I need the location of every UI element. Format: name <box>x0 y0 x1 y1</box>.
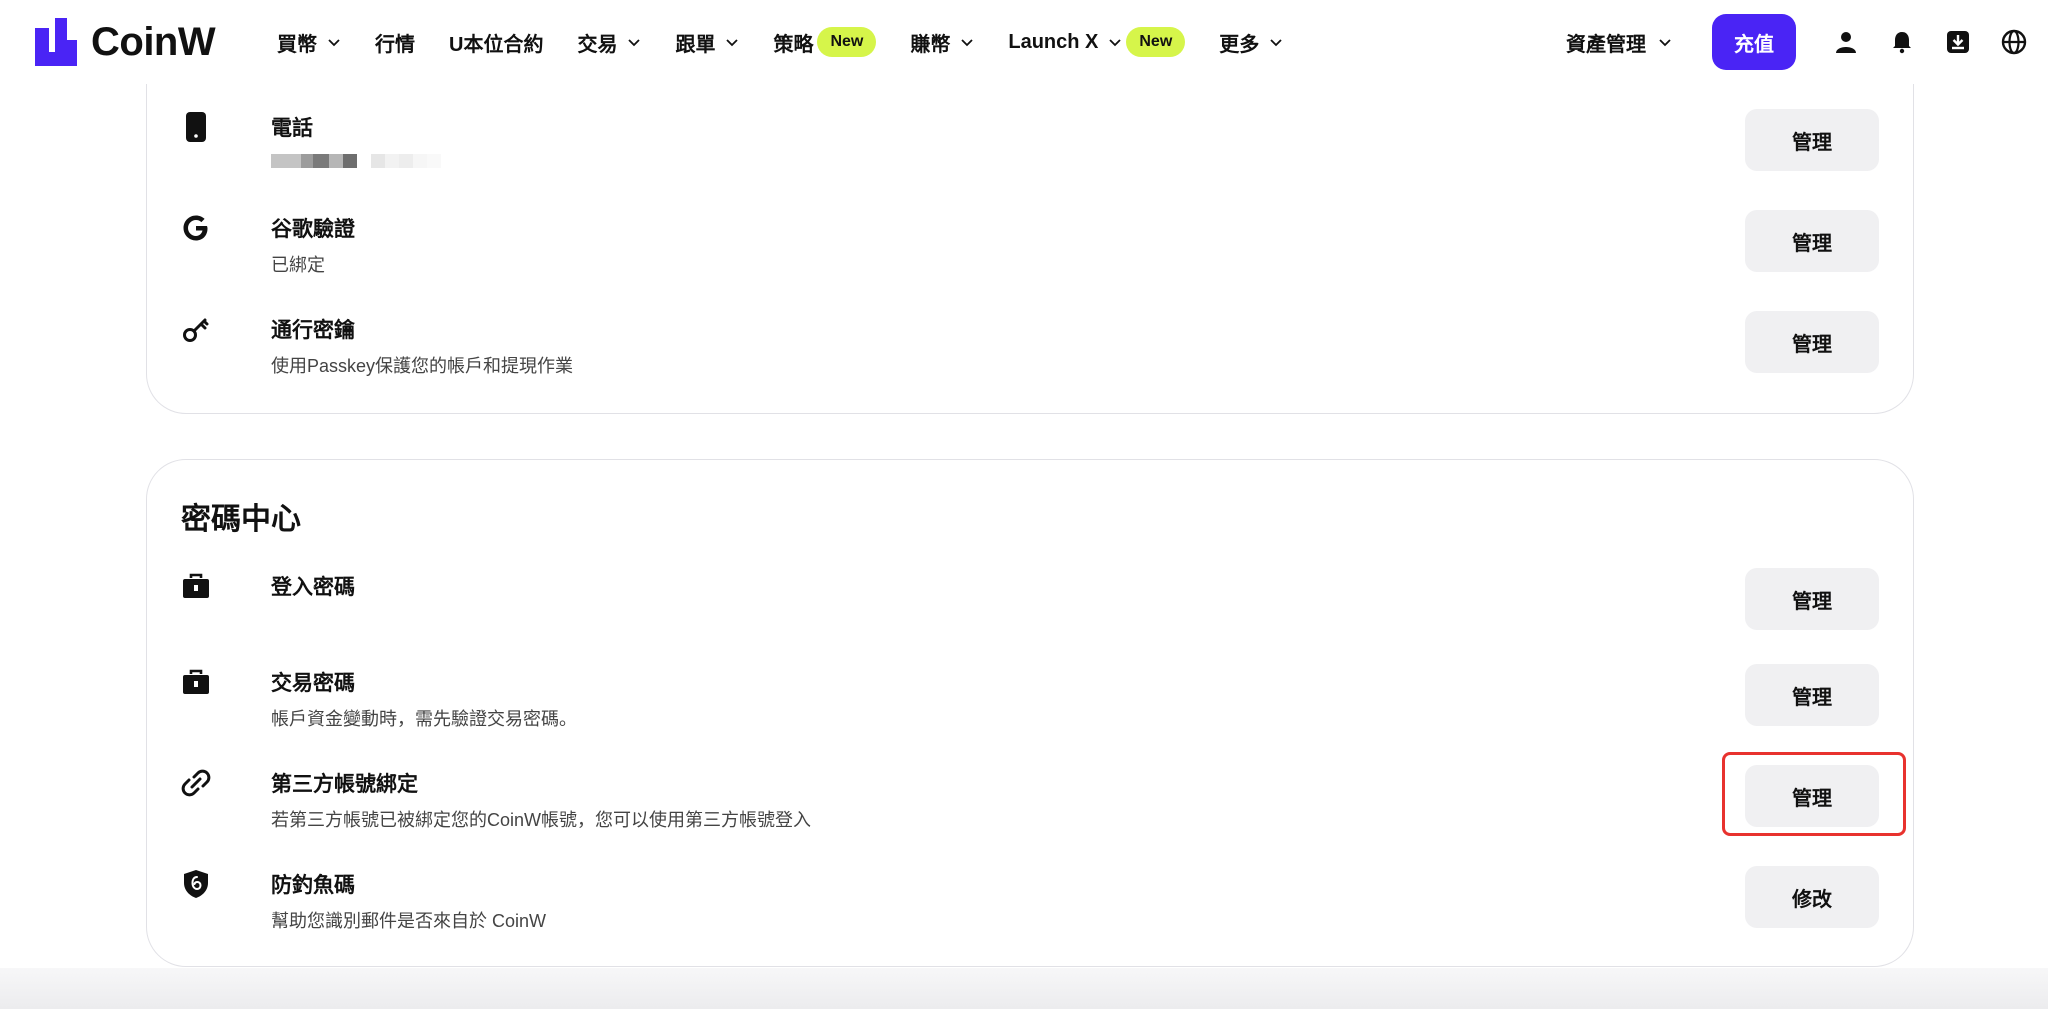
user-icon[interactable] <box>1832 28 1860 56</box>
coinw-logo-icon <box>35 18 77 66</box>
third-party-binding-desc: 若第三方帳號已被綁定您的CoinW帳號，您可以使用第三方帳號登入 <box>271 810 812 830</box>
anti-phishing-title: 防釣魚碼 <box>271 874 355 897</box>
anti-phishing-modify-button[interactable]: 修改 <box>1745 866 1879 928</box>
nav-strategy[interactable]: 策略 New <box>773 27 877 57</box>
login-password-manage-button[interactable]: 管理 <box>1745 568 1879 630</box>
chevron-down-icon <box>1109 39 1122 47</box>
globe-icon[interactable] <box>2000 28 2028 56</box>
key-icon <box>181 314 211 344</box>
nav-label: 策略 <box>773 33 814 56</box>
nav-label: 賺幣 <box>910 33 951 56</box>
nav-usdt-futures[interactable]: U本位合約 <box>449 28 543 57</box>
chevron-down-icon <box>628 39 641 47</box>
nav-earn[interactable]: 賺幣 <box>910 28 974 57</box>
nav-launch-x[interactable]: Launch X New <box>1008 27 1186 57</box>
deposit-button[interactable]: 充值 <box>1712 14 1796 70</box>
nav-label: 交易 <box>577 33 618 56</box>
trade-password-manage-button[interactable]: 管理 <box>1745 664 1879 726</box>
google-auth-status: 已綁定 <box>271 255 325 275</box>
nav-label: 更多 <box>1219 33 1260 56</box>
top-header: CoinW 買幣 行情 U本位合約 交易 跟單 策略 New 賺幣 Launch… <box>0 0 2048 84</box>
nav-buy-crypto[interactable]: 買幣 <box>277 28 341 57</box>
link-icon <box>181 768 211 798</box>
shield-icon <box>181 869 211 899</box>
chevron-down-icon <box>1270 39 1282 47</box>
nav-more[interactable]: 更多 <box>1219 28 1283 57</box>
asset-management-menu[interactable]: 資產管理 <box>1566 28 1672 57</box>
google-auth-manage-button[interactable]: 管理 <box>1745 210 1879 272</box>
passkey-title: 通行密鑰 <box>271 319 355 342</box>
trade-password-desc: 帳戶資金變動時，需先驗證交易密碼。 <box>271 709 577 729</box>
page-bottom-area <box>0 968 2048 1009</box>
nav-label: 買幣 <box>277 33 317 56</box>
phone-icon <box>181 112 211 142</box>
login-password-title: 登入密碼 <box>271 576 355 599</box>
passkey-manage-button[interactable]: 管理 <box>1745 311 1879 373</box>
chevron-down-icon <box>726 39 739 47</box>
new-badge: New <box>817 27 877 57</box>
nav-label: 跟單 <box>675 33 716 56</box>
chevron-down-icon <box>961 39 973 47</box>
chevron-down-icon <box>328 39 340 47</box>
download-icon[interactable] <box>1944 28 1972 56</box>
nav-markets[interactable]: 行情 <box>375 28 415 57</box>
google-icon <box>181 213 211 243</box>
security-card: 電話 管理 谷歌驗證 已綁定 管理 通行密鑰 使用Passkey保護您的帳戶和提… <box>146 30 1914 414</box>
google-auth-title: 谷歌驗證 <box>271 218 355 241</box>
logo-text: CoinW <box>91 19 216 64</box>
main-nav: 買幣 行情 U本位合約 交易 跟單 策略 New 賺幣 Launch X New <box>277 0 1317 84</box>
trade-password-title: 交易密碼 <box>271 672 355 695</box>
passkey-desc: 使用Passkey保護您的帳戶和提現作業 <box>271 356 574 376</box>
new-badge: New <box>1126 27 1186 57</box>
password-center-card: 密碼中心 登入密碼 管理 交易密碼 帳戶資金變動時，需先驗證交易密碼。 管理 第… <box>146 459 1914 967</box>
bell-icon[interactable] <box>1888 28 1916 56</box>
anti-phishing-desc: 幫助您識別郵件是否來自於 CoinW <box>271 911 547 931</box>
masked-phone-number <box>271 154 441 168</box>
nav-trade[interactable]: 交易 <box>577 28 641 57</box>
briefcase-icon <box>181 571 211 601</box>
phone-title: 電話 <box>271 117 313 140</box>
third-party-binding-manage-button[interactable]: 管理 <box>1745 765 1879 827</box>
briefcase-icon <box>181 667 211 697</box>
nav-label: 行情 <box>375 33 415 56</box>
third-party-binding-title: 第三方帳號綁定 <box>271 773 418 796</box>
coinw-logo[interactable]: CoinW <box>35 17 216 67</box>
password-center-title: 密碼中心 <box>181 503 301 536</box>
nav-label: U本位合約 <box>449 33 544 56</box>
header-right: 資產管理 充值 <box>1566 0 2048 84</box>
nav-label: Launch X <box>1008 30 1099 53</box>
asset-management-label: 資產管理 <box>1566 33 1646 56</box>
chevron-down-icon <box>1659 39 1671 47</box>
phone-manage-button[interactable]: 管理 <box>1745 109 1879 171</box>
nav-copy-trading[interactable]: 跟單 <box>675 28 739 57</box>
